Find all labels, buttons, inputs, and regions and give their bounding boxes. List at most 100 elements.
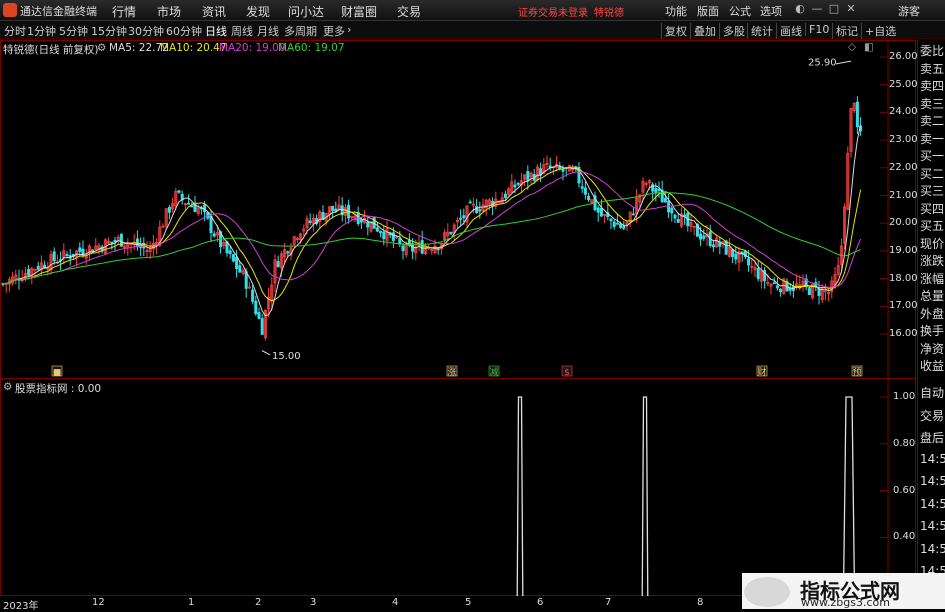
candle-body [379,230,383,234]
candle-body [203,204,207,213]
tab-1min[interactable]: 1分钟 [27,23,56,39]
menu-options[interactable]: 选项 [760,3,782,19]
low-pointer [261,350,271,356]
minimize-icon[interactable]: — [810,2,824,16]
quote-field-label: 涨幅 [920,271,945,286]
event-marker-label: 预 [852,367,861,378]
period-toolbar: 分时 1分钟 5分钟 15分钟 30分钟 60分钟 日线 周线 月线 多周期 更… [0,21,945,39]
candle-body [36,265,40,270]
candle-body [449,231,453,235]
candle-body [359,219,363,223]
indicator-tick-label: 0.80 [893,437,916,449]
candle-body [398,238,402,245]
candle-body [475,206,479,213]
tool-multi-stock[interactable]: 多股 [719,23,745,39]
candle-body [401,245,405,252]
candle-body [228,250,232,254]
tab-5min[interactable]: 5分钟 [59,23,88,39]
time-axis-label: 3 [310,597,317,608]
trade-tick-label: 14:50 [920,451,945,466]
quote-field-label: 卖四 [920,79,945,93]
time-axis-label: 12 [92,597,105,608]
tab-monthly[interactable]: 月线 [257,23,279,39]
trade-tick-label: 14:50 [920,541,945,556]
tab-daily[interactable]: 日线 [205,23,227,39]
tool-adjust[interactable]: 复权 [661,23,687,39]
low-price-label: 15.00 [272,351,301,362]
skin-icon[interactable]: ◐ [793,2,807,16]
candle-body [331,205,335,212]
candle-body [756,268,760,280]
candle-body [609,218,613,222]
quote-field-label: 外盘 [920,306,945,321]
quote-field-label: 买二 [920,166,945,181]
menu-function[interactable]: 功能 [665,3,687,19]
app-logo-icon [3,3,17,17]
indicator-panel-border [0,378,916,596]
menu-trade[interactable]: 交易 [397,3,421,20]
candle-body [516,183,520,185]
close-icon[interactable]: ✕ [844,2,858,16]
candle-body [855,101,859,128]
event-marker-label: 减 [489,366,498,378]
tab-60min[interactable]: 60分钟 [166,23,202,39]
candle-body [459,217,463,220]
tool-f10[interactable]: F10 [805,23,829,36]
quote-field-label: 买三 [920,184,945,198]
tab-weekly[interactable]: 周线 [231,23,253,39]
candle-body [286,251,290,254]
event-marker-label: 涨 [447,367,456,378]
candle-body [436,248,440,251]
menu-wealth[interactable]: 财富圈 [341,3,377,20]
price-tick-label: 16.00 [889,328,918,339]
quote-field-label: 涨跌 [920,254,945,268]
candle-body [478,209,482,212]
candle-body [667,200,671,213]
tab-intraday[interactable]: 分时 [4,23,26,39]
tool-add-watchlist[interactable]: +自选 [861,23,896,39]
quote-field-label: 现价 [920,236,945,251]
candle-body [651,184,655,192]
maximize-icon[interactable]: □ [827,2,841,16]
price-tick-label: 22.00 [889,161,918,173]
candle-body [65,254,69,256]
tool-overlay[interactable]: 叠加 [690,23,716,39]
indicator-tick-label: 1.00 [893,391,916,402]
time-axis-label: 7 [605,597,612,608]
tab-30min[interactable]: 30分钟 [128,23,164,39]
menu-quotes[interactable]: 行情 [112,3,136,20]
candle-body [699,233,703,240]
stock-link[interactable]: 特锐德 [594,4,624,19]
indicator-chart [0,378,916,596]
quote-field-label: 总量 [920,289,945,303]
menu-formula[interactable]: 公式 [729,3,751,19]
menu-ask[interactable]: 问小达 [288,3,324,20]
login-notice[interactable]: 证券交易未登录 [518,4,588,19]
price-tick-label: 21.00 [889,189,918,201]
tool-stats[interactable]: 统计 [747,23,773,39]
menu-discover[interactable]: 发现 [246,3,270,20]
indicator-tick-label: 0.40 [893,531,916,543]
quote-field-label: 买五 [920,219,945,233]
chevron-right-icon[interactable]: › [347,23,351,36]
time-axis-label: 6 [537,597,544,608]
candle-body [772,282,776,285]
candle-body [724,240,728,255]
menu-market[interactable]: 市场 [157,3,181,20]
tab-multi-period[interactable]: 多周期 [284,23,317,39]
quote-field-label: 卖二 [920,114,945,128]
candle-body [619,223,623,228]
candle-body [599,207,603,217]
tab-more[interactable]: 更多 [323,23,345,39]
candle-body [308,220,312,224]
quote-field-label: 收益 [920,359,945,373]
candle-body [382,231,386,240]
candle-body [807,288,811,295]
tool-mark[interactable]: 标记 [832,23,858,39]
guest-label[interactable]: 游客 [898,3,920,19]
tool-draw[interactable]: 画线 [776,23,802,39]
menu-layout[interactable]: 版面 [697,3,719,19]
candle-body [391,232,395,241]
tab-15min[interactable]: 15分钟 [91,23,127,39]
menu-news[interactable]: 资讯 [202,3,226,20]
